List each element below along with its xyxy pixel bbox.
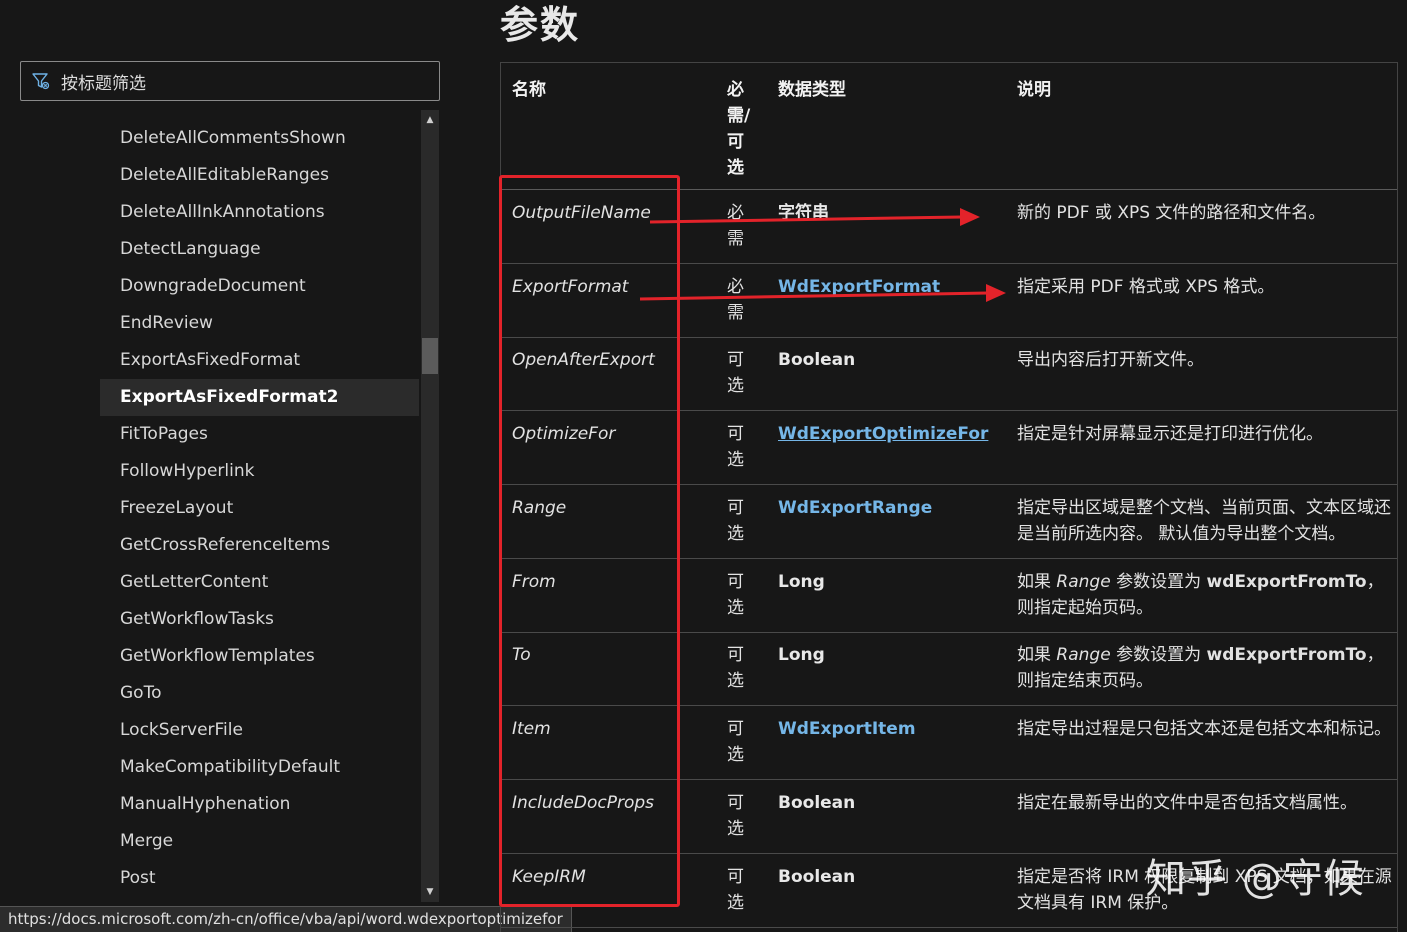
- desc-constant: wdExportFromTo: [1206, 645, 1367, 665]
- scroll-down-arrow-icon[interactable]: ▼: [421, 882, 439, 902]
- param-required: 可选: [727, 719, 744, 765]
- param-name: Range: [512, 498, 567, 518]
- filter-by-title-input[interactable]: 按标题筛选: [20, 61, 440, 101]
- param-name: Item: [512, 719, 551, 739]
- param-type-link[interactable]: WdExportItem: [778, 716, 916, 742]
- desc-param-ref: Range: [1056, 572, 1111, 592]
- header-name: 名称: [512, 80, 546, 100]
- table-row: From 可选 Long 如果 Range 参数设置为 wdExportFromTo，…: [501, 559, 1397, 633]
- toc-item[interactable]: DeleteAllEditableRanges: [100, 157, 419, 194]
- param-description: 导出内容后打开新文件。: [1017, 350, 1204, 370]
- filter-placeholder: 按标题筛选: [61, 73, 146, 94]
- table-row: To 可选 Long 如果 Range 参数设置为 wdExportFromTo，则指…: [501, 632, 1397, 706]
- filter-icon: [32, 73, 50, 90]
- param-type: Long: [778, 572, 825, 592]
- toc-item[interactable]: Merge: [100, 823, 419, 860]
- toc-item[interactable]: DowngradeDocument: [100, 268, 419, 305]
- toc-item[interactable]: DeleteAllCommentsShown: [100, 120, 419, 157]
- param-name: OptimizeFor: [512, 424, 616, 444]
- toc-item[interactable]: GoTo: [100, 675, 419, 712]
- table-header-row: 名称 必需/可选 数据类型 说明: [501, 63, 1397, 190]
- toc-item[interactable]: FitToPages: [100, 416, 419, 453]
- param-description: 指定导出区域是整个文档、当前页面、文本区域还是当前所选内容。 默认值为导出整个文…: [1017, 498, 1391, 544]
- param-type: 字符串: [778, 203, 829, 223]
- param-name: KeepIRM: [512, 867, 586, 887]
- toc-item[interactable]: DeleteAllInkAnnotations: [100, 194, 419, 231]
- param-name: From: [512, 572, 556, 592]
- param-required: 可选: [727, 350, 744, 396]
- table-row: Range 可选 WdExportRange 指定导出区域是整个文档、当前页面、文本区…: [501, 485, 1397, 559]
- param-name: OpenAfterExport: [512, 350, 655, 370]
- param-description: 如果 Range 参数设置为 wdExportFromTo，则指定起始页码。: [1017, 569, 1393, 621]
- param-description: 指定导出过程是只包括文本还是包括文本和标记。: [1017, 719, 1391, 739]
- param-description: 如果 Range 参数设置为 wdExportFromTo，则指定结束页码。: [1017, 642, 1393, 694]
- scroll-up-arrow-icon[interactable]: ▲: [421, 110, 439, 130]
- param-type-link[interactable]: WdExportOptimizeFor: [778, 421, 988, 447]
- toc-list: DeleteAllCommentsShown DeleteAllEditableR…: [100, 120, 419, 904]
- table-row: Item 可选 WdExportItem 指定导出过程是只包括文本还是包括文本和标记。: [501, 706, 1397, 780]
- toc-item[interactable]: FreezeLayout: [100, 490, 419, 527]
- param-description: 新的 PDF 或 XPS 文件的路径和文件名。: [1017, 203, 1326, 223]
- status-bar-url: https://docs.microsoft.com/zh-cn/office/…: [0, 906, 572, 932]
- toc-item[interactable]: ExportAsFixedFormat2: [100, 379, 419, 416]
- header-description: 说明: [1017, 80, 1051, 100]
- param-name: IncludeDocProps: [512, 793, 655, 813]
- param-name: To: [512, 645, 531, 665]
- param-name: OutputFileName: [512, 203, 651, 223]
- toc-item[interactable]: MakeCompatibilityDefault: [100, 749, 419, 786]
- param-required: 可选: [727, 424, 744, 470]
- param-description: 指定在最新导出的文件中是否包括文档属性。: [1017, 793, 1357, 813]
- param-type: Boolean: [778, 867, 856, 887]
- parameters-table: 名称 必需/可选 数据类型 说明 OutputFileName 必需 字符串 新的 P…: [500, 62, 1398, 932]
- page-title: 参数: [500, 3, 581, 47]
- param-required: 可选: [727, 867, 744, 913]
- table-row: IncludeDocProps 可选 Boolean 指定在最新导出的文件中是否包括文…: [501, 780, 1397, 854]
- table-row: ExportFormat 必需 WdExportFormat 指定采用 PDF 格式或…: [501, 264, 1397, 338]
- param-required: 可选: [727, 498, 744, 544]
- toc-item[interactable]: EndReview: [100, 305, 419, 342]
- toc-item[interactable]: GetLetterContent: [100, 564, 419, 601]
- param-required: 必需: [727, 277, 744, 323]
- param-required: 可选: [727, 645, 744, 691]
- toc-item[interactable]: DetectLanguage: [100, 231, 419, 268]
- toc-item[interactable]: ExportAsFixedFormat: [100, 342, 419, 379]
- param-description: 指定采用 PDF 格式或 XPS 格式。: [1017, 277, 1275, 297]
- table-row: OpenAfterExport 可选 Boolean 导出内容后打开新文件。: [501, 337, 1397, 411]
- param-required: 必需: [727, 203, 744, 249]
- param-type-link[interactable]: WdExportFormat: [778, 274, 940, 300]
- header-required: 必需/可选: [727, 80, 751, 178]
- toc-item[interactable]: FollowHyperlink: [100, 453, 419, 490]
- toc-item[interactable]: GetWorkflowTemplates: [100, 638, 419, 675]
- param-name: ExportFormat: [512, 277, 629, 297]
- toc-scrollbar[interactable]: ▲ ▼: [421, 110, 439, 902]
- param-type-link[interactable]: WdExportRange: [778, 495, 932, 521]
- toc-item[interactable]: GetWorkflowTasks: [100, 601, 419, 638]
- param-type: Boolean: [778, 350, 856, 370]
- param-type: Long: [778, 645, 825, 665]
- param-required: 可选: [727, 572, 744, 618]
- param-description: 指定是针对屏幕显示还是打印进行优化。: [1017, 424, 1323, 444]
- scroll-thumb[interactable]: [422, 338, 438, 374]
- desc-text: 参数设置为: [1110, 645, 1207, 665]
- desc-text: 如果: [1017, 572, 1057, 592]
- toc-item[interactable]: Post: [100, 860, 419, 897]
- param-required: 可选: [727, 793, 744, 839]
- desc-constant: wdExportFromTo: [1206, 572, 1367, 592]
- desc-text: 参数设置为: [1110, 572, 1207, 592]
- toc-item[interactable]: LockServerFile: [100, 712, 419, 749]
- toc-item[interactable]: ManualHyphenation: [100, 786, 419, 823]
- desc-param-ref: Range: [1056, 645, 1111, 665]
- header-type: 数据类型: [778, 80, 846, 100]
- watermark: 知乎 @守候: [1146, 856, 1365, 902]
- desc-text: 如果: [1017, 645, 1057, 665]
- param-type: Boolean: [778, 793, 856, 813]
- table-row: OutputFileName 必需 字符串 新的 PDF 或 XPS 文件的路径和文件…: [501, 190, 1397, 264]
- toc-item[interactable]: GetCrossReferenceItems: [100, 527, 419, 564]
- table-row: OptimizeFor 可选 WdExportOptimizeFor 指定是针对屏幕显…: [501, 411, 1397, 485]
